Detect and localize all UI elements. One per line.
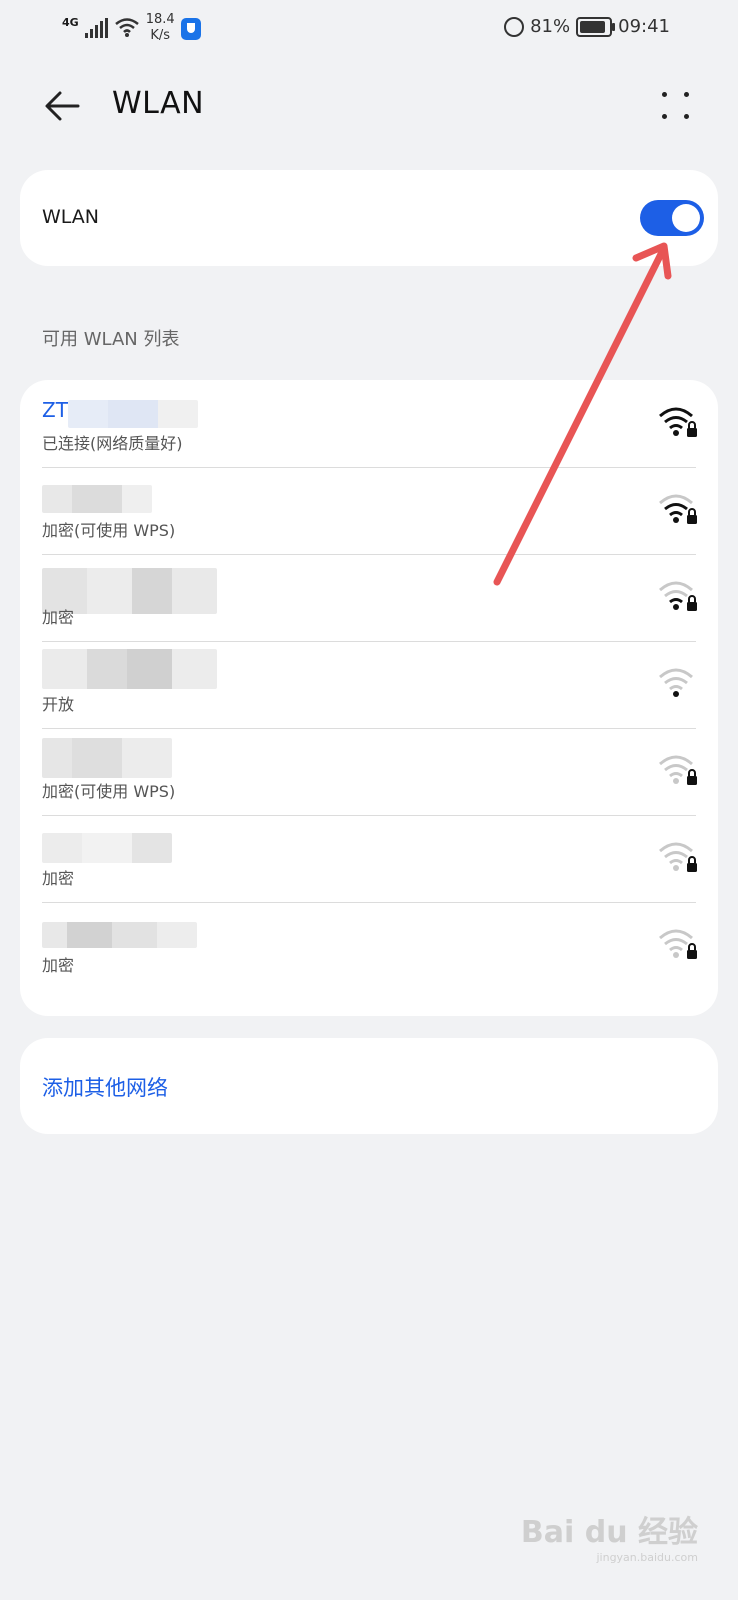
wifi-signal-open-icon [659, 668, 693, 697]
wifi-status-icon [114, 18, 139, 37]
app-header: WLAN [0, 70, 738, 140]
wifi-signal-locked-icon [659, 842, 697, 872]
speed-unit: K/s [150, 28, 170, 43]
wifi-signal-locked-icon [659, 755, 697, 785]
cell-signal-icon [84, 18, 108, 38]
network-status: 开放 [42, 695, 75, 714]
security-shield-icon [180, 18, 201, 40]
network-status: 已连接(网络质量好) [42, 434, 183, 453]
network-row[interactable]: 加密 [20, 902, 718, 990]
watermark-site: jingyan.baidu.com [596, 1551, 698, 1564]
status-left: 4G 18.4 K/s [62, 12, 201, 44]
more-options-icon[interactable] [656, 86, 696, 126]
network-type: 4G [62, 16, 79, 29]
battery-percent: 81% [530, 16, 571, 37]
network-row[interactable]: ZT 已连接(网络质量好) [20, 380, 718, 468]
network-status: 加密 [42, 956, 75, 975]
network-row[interactable]: 开放 [20, 641, 718, 729]
switch-knob [672, 204, 700, 232]
watermark-brand: Bai du 经验 [520, 1515, 698, 1550]
battery-icon [576, 16, 616, 37]
alarm-icon [504, 16, 525, 37]
redacted-name [42, 922, 197, 948]
redacted-name [42, 649, 217, 689]
wifi-signal-locked-icon [659, 929, 697, 959]
network-row[interactable]: 加密 [20, 554, 718, 642]
network-list: ZT 已连接(网络质量好) 加密(可使用 WPS) 加密 开放 加密(可使用 W… [20, 380, 718, 1016]
redacted-name [42, 833, 172, 863]
available-networks-title: 可用 WLAN 列表 [42, 329, 180, 350]
wlan-switch[interactable] [640, 200, 704, 236]
add-network-card[interactable]: 添加其他网络 [20, 1038, 718, 1134]
wlan-toggle-card: WLAN [20, 170, 718, 266]
add-other-network-link[interactable]: 添加其他网络 [42, 1072, 168, 1102]
speed-value: 18.4 [145, 12, 175, 27]
clock: 09:41 [618, 16, 670, 37]
wifi-signal-locked-icon [659, 581, 697, 611]
page-title: WLAN [112, 86, 205, 121]
network-status: 加密 [42, 608, 75, 627]
network-status: 加密(可使用 WPS) [42, 521, 176, 540]
redacted-name [68, 400, 198, 428]
wlan-toggle-label: WLAN [42, 206, 100, 228]
status-bar: 4G 18.4 K/s 81% 09:41 [0, 0, 738, 58]
network-status: 加密(可使用 WPS) [42, 782, 176, 801]
redacted-name [42, 485, 152, 513]
wifi-signal-locked-icon [659, 407, 697, 437]
wifi-signal-locked-icon [659, 494, 697, 524]
status-right: 81% 09:41 [504, 16, 670, 37]
baidu-watermark: Bai du 经验 jingyan.baidu.com [521, 1507, 698, 1564]
network-row[interactable]: 加密 [20, 815, 718, 903]
network-status: 加密 [42, 869, 75, 888]
back-arrow-icon[interactable] [40, 84, 84, 128]
network-row[interactable]: 加密(可使用 WPS) [20, 467, 718, 555]
network-name: ZT [42, 398, 68, 422]
redacted-name [42, 738, 172, 778]
network-speed: 18.4 K/s [146, 12, 175, 44]
network-row[interactable]: 加密(可使用 WPS) [20, 728, 718, 816]
